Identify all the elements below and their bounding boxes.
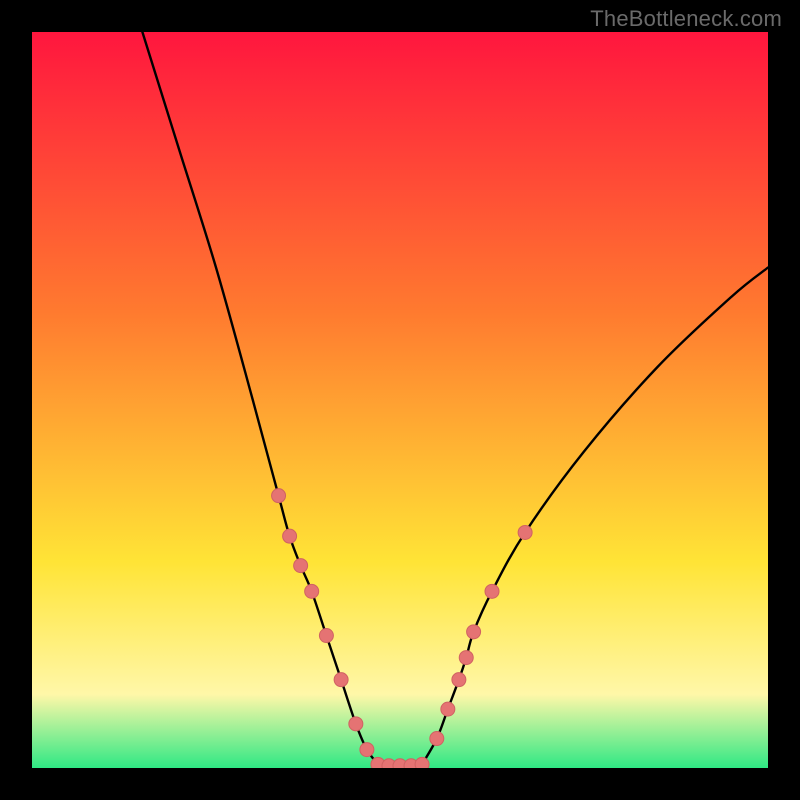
marker-point <box>467 625 481 639</box>
marker-group <box>272 489 533 768</box>
marker-point <box>319 629 333 643</box>
marker-point <box>415 757 429 768</box>
curve-right-branch <box>422 268 768 765</box>
marker-point <box>334 673 348 687</box>
plot-area <box>32 32 768 768</box>
marker-point <box>441 702 455 716</box>
marker-point <box>459 651 473 665</box>
marker-point <box>485 584 499 598</box>
marker-point <box>294 559 308 573</box>
watermark-text: TheBottleneck.com <box>590 6 782 32</box>
marker-point <box>452 673 466 687</box>
marker-point <box>272 489 286 503</box>
marker-point <box>518 525 532 539</box>
marker-point <box>360 743 374 757</box>
curve-left-branch <box>142 32 378 764</box>
curve-layer <box>32 32 768 768</box>
chart-stage: TheBottleneck.com <box>0 0 800 800</box>
marker-point <box>283 529 297 543</box>
marker-point <box>305 584 319 598</box>
marker-point <box>430 732 444 746</box>
marker-point <box>349 717 363 731</box>
